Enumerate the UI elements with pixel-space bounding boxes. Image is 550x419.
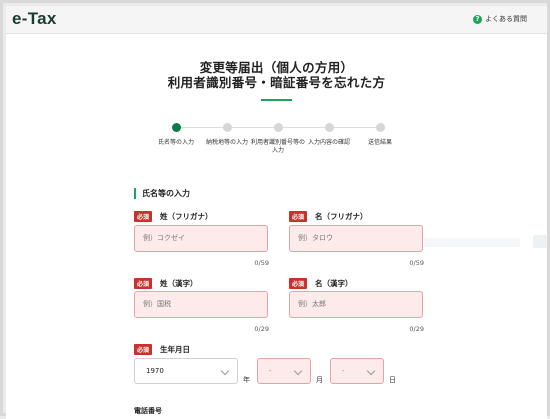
sei-kanji-label-text: 姓（漢字）	[160, 279, 198, 288]
sei-kana-counter: 0/59	[254, 259, 269, 267]
faq-label: よくある質問	[485, 15, 527, 23]
birthdate-label: 必須 生年月日	[134, 344, 190, 355]
birth-year-select[interactable]: 1970	[134, 358, 238, 384]
mei-kanji-input[interactable]: 例）太郎	[289, 291, 423, 318]
chevron-down-icon	[220, 366, 230, 376]
step-label-4: 入力内容の確認	[307, 139, 350, 146]
faded-button	[533, 235, 547, 248]
step-dot-4	[325, 123, 334, 132]
mei-kana-counter: 0/59	[409, 259, 424, 267]
sei-kana-label: 必須 姓（フリガナ）	[134, 211, 213, 222]
browser-frame: e-Tax ? よくある質問 変更等届出（個人の方用） 利用者識別番号・暗証番号…	[0, 0, 550, 419]
step-dot-2	[223, 123, 232, 132]
birth-year-value: 1970	[146, 367, 164, 375]
step-label-2: 納税地等の入力	[205, 139, 248, 146]
etax-logo[interactable]: e-Tax	[12, 9, 57, 29]
mei-kanji-label-text: 名（漢字）	[315, 279, 353, 288]
header: e-Tax ? よくある質問	[6, 6, 547, 34]
required-badge: 必須	[289, 211, 308, 222]
required-badge: 必須	[134, 278, 153, 289]
step-dot-1	[172, 123, 181, 132]
question-icon: ?	[473, 14, 482, 24]
birthdate-label-text: 生年月日	[160, 345, 191, 354]
step-label-3: 利用者識別番号等の入力	[250, 139, 305, 154]
sei-kana-label-text: 姓（フリガナ）	[160, 212, 213, 221]
title-underline	[261, 99, 292, 101]
birth-day-value: -	[342, 367, 345, 375]
birth-day-select[interactable]: -	[330, 358, 384, 384]
step-label-1: 氏名等の入力	[157, 139, 194, 146]
faded-tooltip	[424, 238, 520, 247]
phone-label: 電話番号	[134, 407, 162, 415]
sei-kanji-counter: 0/29	[254, 325, 269, 333]
chevron-down-icon	[293, 366, 303, 376]
birth-month-value: -	[269, 367, 272, 375]
day-unit: 日	[389, 376, 396, 384]
mei-kana-label-text: 名（フリガナ）	[315, 212, 368, 221]
mei-kana-input[interactable]: 例）タロウ	[289, 225, 423, 252]
page: e-Tax ? よくある質問 変更等届出（個人の方用） 利用者識別番号・暗証番号…	[6, 6, 547, 419]
faq-link[interactable]: ? よくある質問	[473, 14, 527, 24]
step-label-5: 送信結果	[367, 139, 392, 146]
sei-kanji-label: 必須 姓（漢字）	[134, 278, 198, 289]
step-dot-3	[274, 123, 283, 132]
section-title: 氏名等の入力	[134, 188, 190, 199]
chevron-down-icon	[366, 366, 376, 376]
birth-month-select[interactable]: -	[257, 358, 311, 384]
mei-kanji-label: 必須 名（漢字）	[289, 278, 353, 289]
required-badge: 必須	[134, 211, 153, 222]
sei-kana-input[interactable]: 例）コクゼイ	[134, 225, 268, 252]
required-badge: 必須	[134, 344, 153, 355]
page-title-line2: 利用者識別番号・暗証番号を忘れた方	[167, 75, 386, 90]
mei-kanji-counter: 0/29	[409, 325, 424, 333]
year-unit: 年	[243, 376, 250, 384]
required-badge: 必須	[289, 278, 308, 289]
month-unit: 月	[316, 376, 323, 384]
mei-kana-label: 必須 名（フリガナ）	[289, 211, 368, 222]
sei-kanji-input[interactable]: 例）国税	[134, 291, 268, 318]
step-dot-5	[376, 123, 385, 132]
